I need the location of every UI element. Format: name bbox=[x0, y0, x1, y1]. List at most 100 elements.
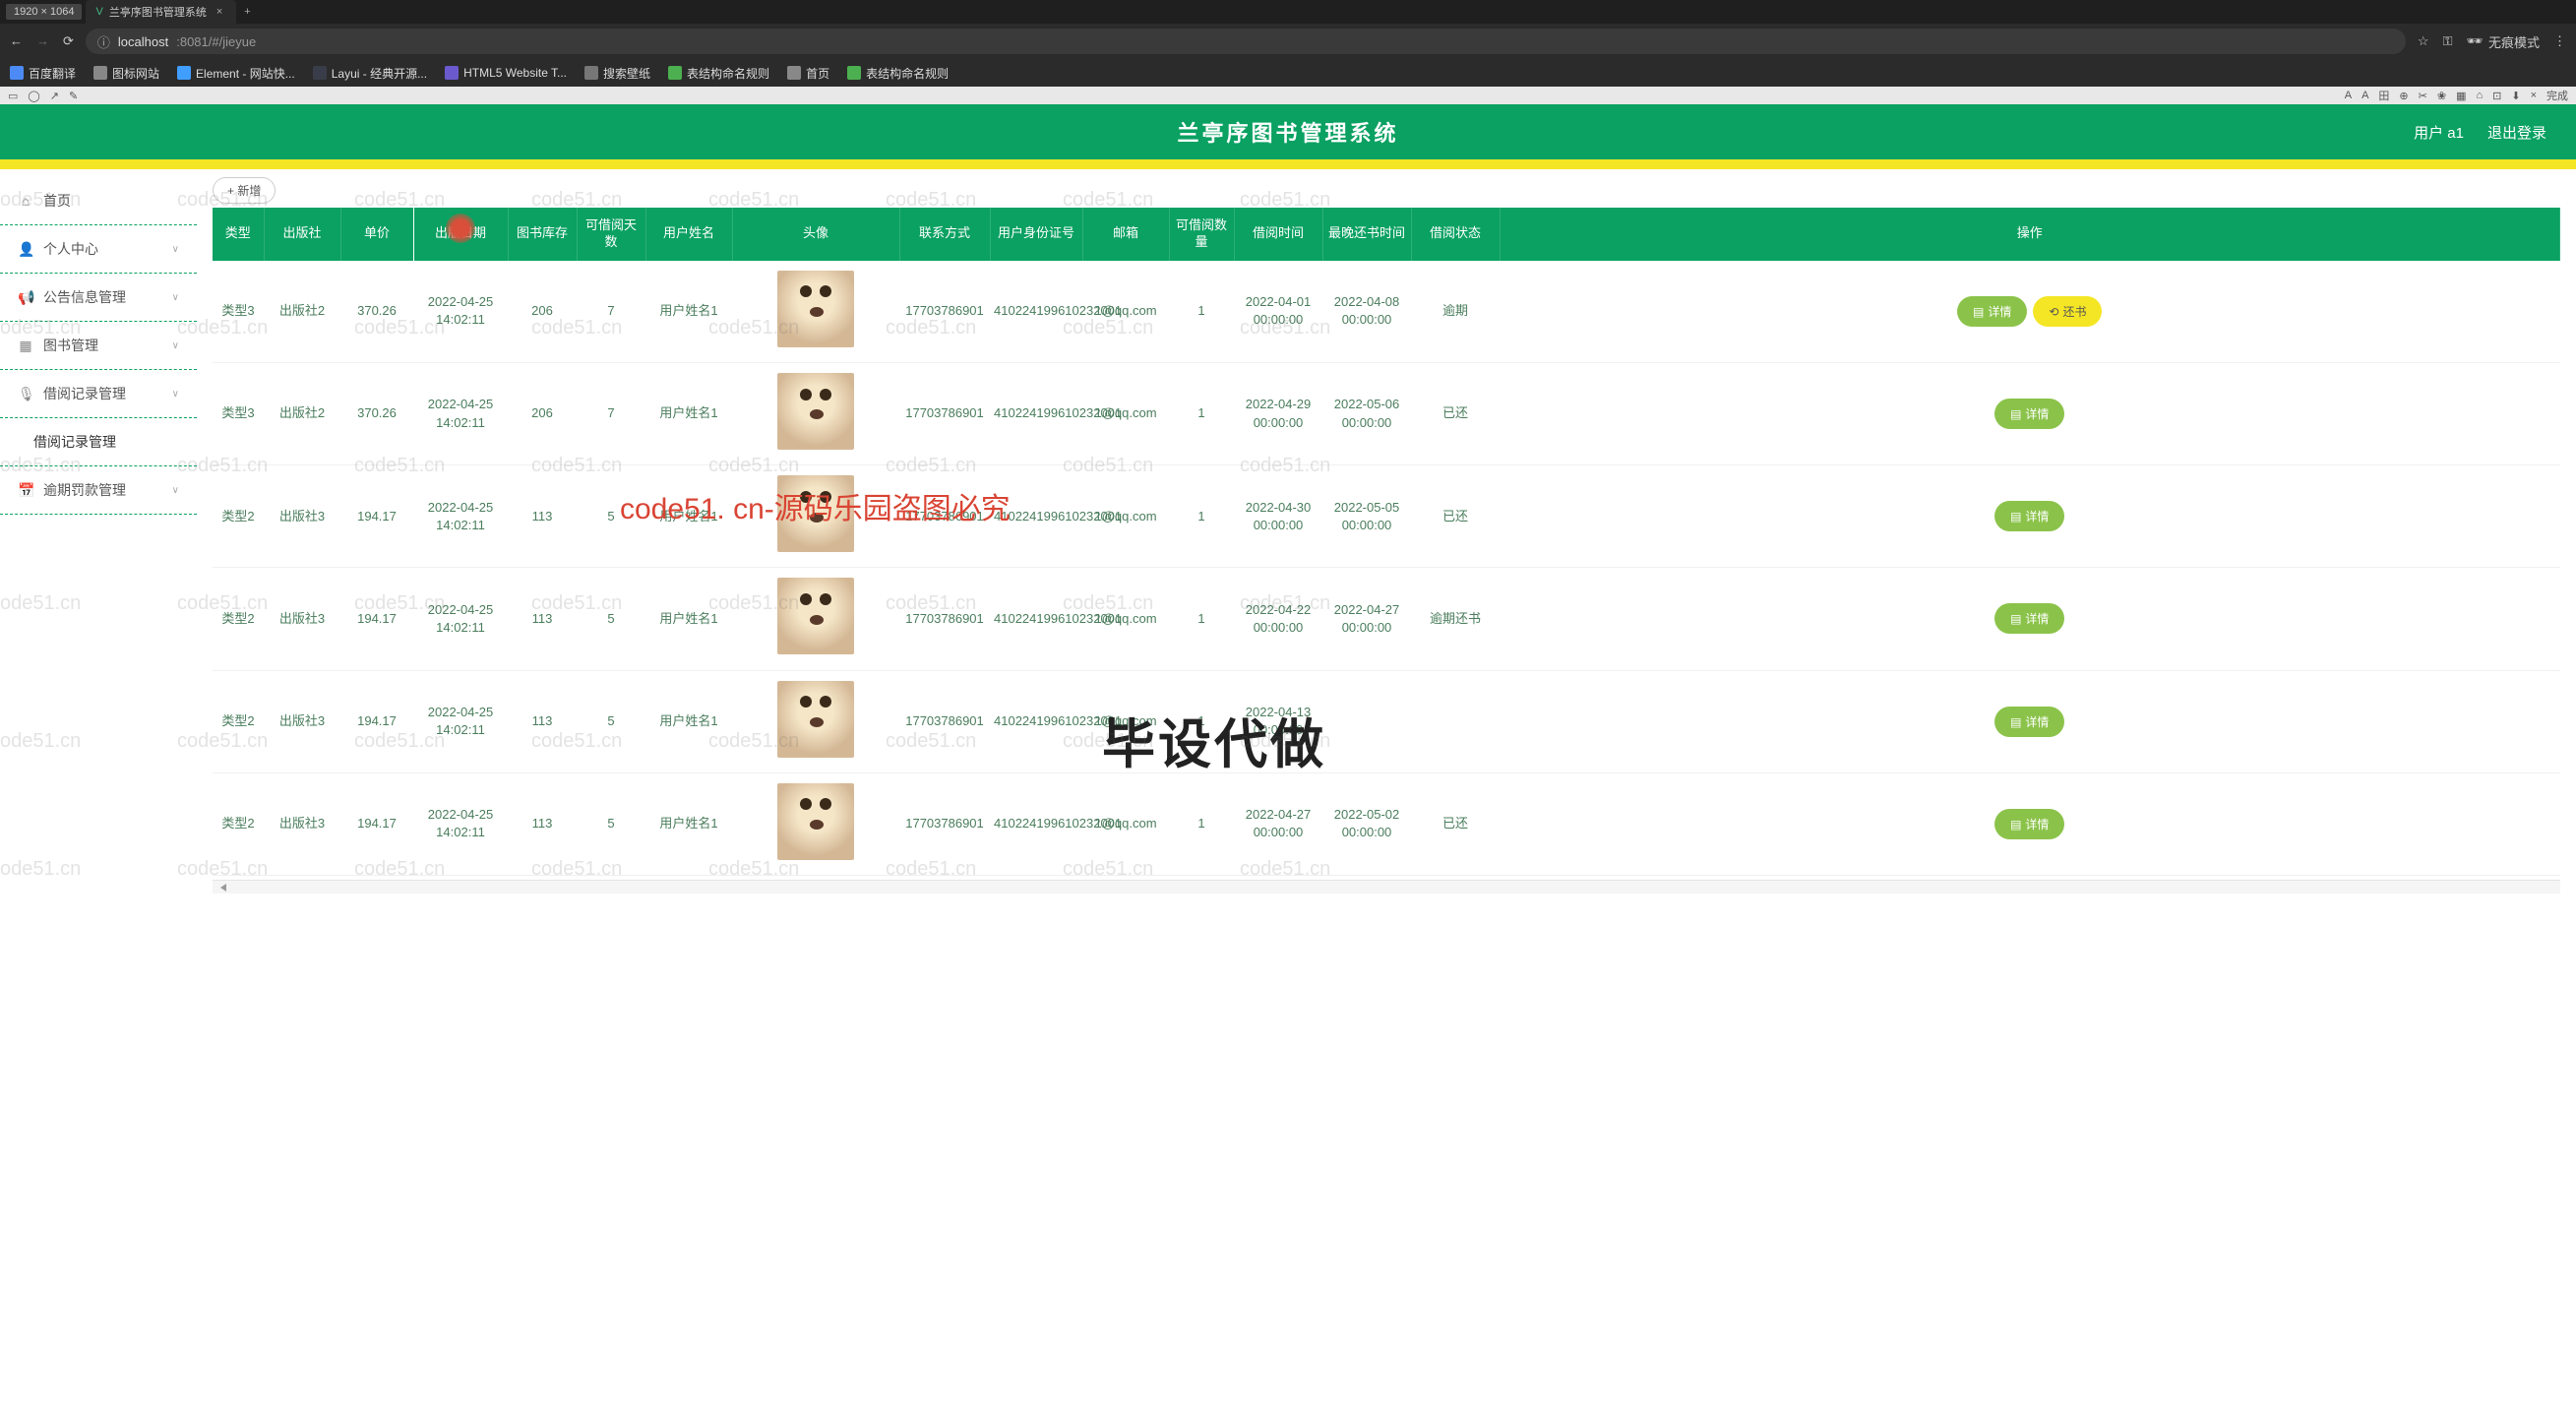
sidebar-item-label: 借阅记录管理 bbox=[43, 384, 126, 403]
cell-avatar bbox=[732, 465, 899, 568]
cell-contact: 17703786901 bbox=[899, 568, 990, 670]
cell-days: 7 bbox=[577, 362, 645, 464]
cell-qty: 1 bbox=[1169, 670, 1234, 772]
logout-link[interactable]: 退出登录 bbox=[2487, 122, 2546, 143]
sidebar: ⌂ 首页 👤 个人中心 ∨ 📢 公告信息管理 ∨ ▦ 图书管理 ∨ 🎙 借阅记录… bbox=[0, 169, 197, 1417]
forward-icon[interactable]: → bbox=[36, 33, 49, 49]
ext-icon[interactable]: ⌂ bbox=[2476, 90, 2483, 101]
detail-button[interactable]: ▤详情 bbox=[1994, 707, 2064, 737]
cell-stock: 113 bbox=[508, 772, 577, 875]
divider-strip bbox=[0, 159, 2576, 169]
cell-contact: 17703786901 bbox=[899, 261, 990, 363]
add-button[interactable]: + 新增 bbox=[213, 177, 276, 204]
cell-pubdate: 2022-04-25 14:02:11 bbox=[413, 670, 508, 772]
ext-icon[interactable]: × bbox=[2531, 90, 2537, 101]
sidebar-item-borrow-records[interactable]: 借阅记录管理 bbox=[0, 418, 197, 466]
url-host: localhost bbox=[118, 34, 168, 49]
cell-status: 已还 bbox=[1411, 362, 1500, 464]
detail-button[interactable]: ▤详情 bbox=[1994, 501, 2064, 531]
browser-tab[interactable]: V 兰亭序图书管理系统 × bbox=[86, 0, 236, 24]
bookmark-item[interactable]: 搜索壁纸 bbox=[584, 65, 650, 82]
sidebar-item-home[interactable]: ⌂ 首页 bbox=[0, 177, 197, 225]
cell-ops: ▤详情 bbox=[1500, 670, 2560, 772]
cell-avatar bbox=[732, 362, 899, 464]
sidebar-item-label: 借阅记录管理 bbox=[33, 432, 116, 452]
horizontal-scrollbar[interactable] bbox=[213, 880, 2560, 893]
cell-type: 类型2 bbox=[213, 465, 264, 568]
ext-icon[interactable]: ↗ bbox=[50, 90, 59, 102]
info-icon[interactable]: ⓘ bbox=[97, 32, 110, 51]
table-row: 类型3 出版社2 370.26 2022-04-25 14:02:11 206 … bbox=[213, 261, 2560, 363]
ext-icon[interactable]: ◯ bbox=[28, 90, 39, 102]
announce-icon: 📢 bbox=[18, 289, 33, 306]
url-input[interactable]: ⓘ localhost:8081/#/jieyue bbox=[86, 29, 2406, 54]
bookmark-item[interactable]: 首页 bbox=[787, 65, 829, 82]
browser-chrome: 1920 × 1064 V 兰亭序图书管理系统 × + ← → ⟳ ⓘ loca… bbox=[0, 0, 2576, 87]
close-icon[interactable]: × bbox=[213, 6, 226, 18]
bookmark-item[interactable]: 表结构命名规则 bbox=[668, 65, 769, 82]
cell-pubdate: 2022-04-25 14:02:11 bbox=[413, 465, 508, 568]
main-content: + 新增 类型 出版社 单价 出版日期 图书库存 可借阅天数 用户姓名 头像 联… bbox=[197, 169, 2576, 1417]
ext-label[interactable]: 完成 bbox=[2546, 88, 2568, 103]
cell-stock: 113 bbox=[508, 568, 577, 670]
ext-icon[interactable]: ▭ bbox=[8, 90, 18, 102]
bookmark-item[interactable]: 表结构命名规则 bbox=[847, 65, 949, 82]
sidebar-item-borrow[interactable]: 🎙 借阅记录管理 ∨ bbox=[0, 370, 197, 418]
menu-icon[interactable]: ⋮ bbox=[2553, 33, 2566, 49]
th-stock: 图书库存 bbox=[508, 208, 577, 261]
cell-email: 1@qq.com bbox=[1082, 772, 1169, 875]
cell-type: 类型3 bbox=[213, 261, 264, 363]
mic-icon: 🎙 bbox=[18, 386, 33, 402]
sidebar-item-profile[interactable]: 👤 个人中心 ∨ bbox=[0, 225, 197, 274]
cell-contact: 17703786901 bbox=[899, 362, 990, 464]
sidebar-item-overdue[interactable]: 📅 逾期罚款管理 ∨ bbox=[0, 466, 197, 515]
cell-days: 5 bbox=[577, 670, 645, 772]
ext-icon[interactable]: A bbox=[2361, 90, 2368, 101]
star-icon[interactable]: ☆ bbox=[2418, 33, 2429, 49]
cell-ops: ▤详情 bbox=[1500, 362, 2560, 464]
reload-icon[interactable]: ⟳ bbox=[63, 33, 74, 49]
ext-icon[interactable]: ▦ bbox=[2456, 90, 2466, 102]
cell-borrow-time: 2022-04-01 00:00:00 bbox=[1234, 261, 1322, 363]
detail-button[interactable]: ▤详情 bbox=[1994, 603, 2064, 634]
table-row: 类型2 出版社3 194.17 2022-04-25 14:02:11 113 … bbox=[213, 772, 2560, 875]
user-label[interactable]: 用户 a1 bbox=[2414, 122, 2464, 143]
sidebar-item-books[interactable]: ▦ 图书管理 ∨ bbox=[0, 322, 197, 370]
ext-icon[interactable]: ⊕ bbox=[2399, 90, 2408, 102]
back-icon[interactable]: ← bbox=[10, 33, 23, 49]
table-row: 类型2 出版社3 194.17 2022-04-25 14:02:11 113 … bbox=[213, 568, 2560, 670]
bookmark-item[interactable]: 图标网站 bbox=[93, 65, 159, 82]
detail-button[interactable]: ▤详情 bbox=[1957, 296, 2027, 327]
ext-icon[interactable]: A bbox=[2345, 90, 2352, 101]
ext-icon[interactable]: ❀ bbox=[2437, 90, 2446, 102]
bookmark-item[interactable]: Layui - 经典开源... bbox=[313, 65, 427, 82]
cell-publisher: 出版社3 bbox=[264, 568, 340, 670]
return-button[interactable]: ⟲还书 bbox=[2033, 296, 2102, 327]
cell-days: 5 bbox=[577, 568, 645, 670]
ext-icon[interactable]: ⬇ bbox=[2511, 90, 2520, 102]
detail-button[interactable]: ▤详情 bbox=[1994, 399, 2064, 429]
key-icon[interactable]: ⚿ bbox=[2443, 33, 2453, 49]
ext-icon[interactable]: 田 bbox=[2378, 88, 2389, 103]
ext-icon[interactable]: ⊡ bbox=[2492, 90, 2501, 102]
ext-icon[interactable]: ✂ bbox=[2419, 90, 2427, 102]
cell-publisher: 出版社2 bbox=[264, 362, 340, 464]
bookmark-item[interactable]: Element - 网站快... bbox=[177, 65, 295, 82]
sidebar-item-announce[interactable]: 📢 公告信息管理 ∨ bbox=[0, 274, 197, 322]
avatar-image bbox=[777, 681, 854, 758]
th-status: 借阅状态 bbox=[1411, 208, 1500, 261]
bookmark-item[interactable]: 百度翻译 bbox=[10, 65, 76, 82]
detail-button[interactable]: ▤详情 bbox=[1994, 809, 2064, 839]
cell-avatar bbox=[732, 772, 899, 875]
avatar-image bbox=[777, 475, 854, 552]
bookmark-item[interactable]: HTML5 Website T... bbox=[445, 66, 567, 80]
cell-pubdate: 2022-04-25 14:02:11 bbox=[413, 772, 508, 875]
cell-qty: 1 bbox=[1169, 362, 1234, 464]
cell-email: 1@qq.com bbox=[1082, 261, 1169, 363]
new-tab-icon[interactable]: + bbox=[240, 6, 254, 18]
incognito-badge[interactable]: 🕶 无痕模式 bbox=[2466, 32, 2540, 51]
home-icon: ⌂ bbox=[18, 193, 33, 209]
cell-return-time: 2022-05-06 00:00:00 bbox=[1322, 362, 1411, 464]
cell-email: 1@qq.com bbox=[1082, 568, 1169, 670]
ext-icon[interactable]: ✎ bbox=[69, 90, 78, 102]
